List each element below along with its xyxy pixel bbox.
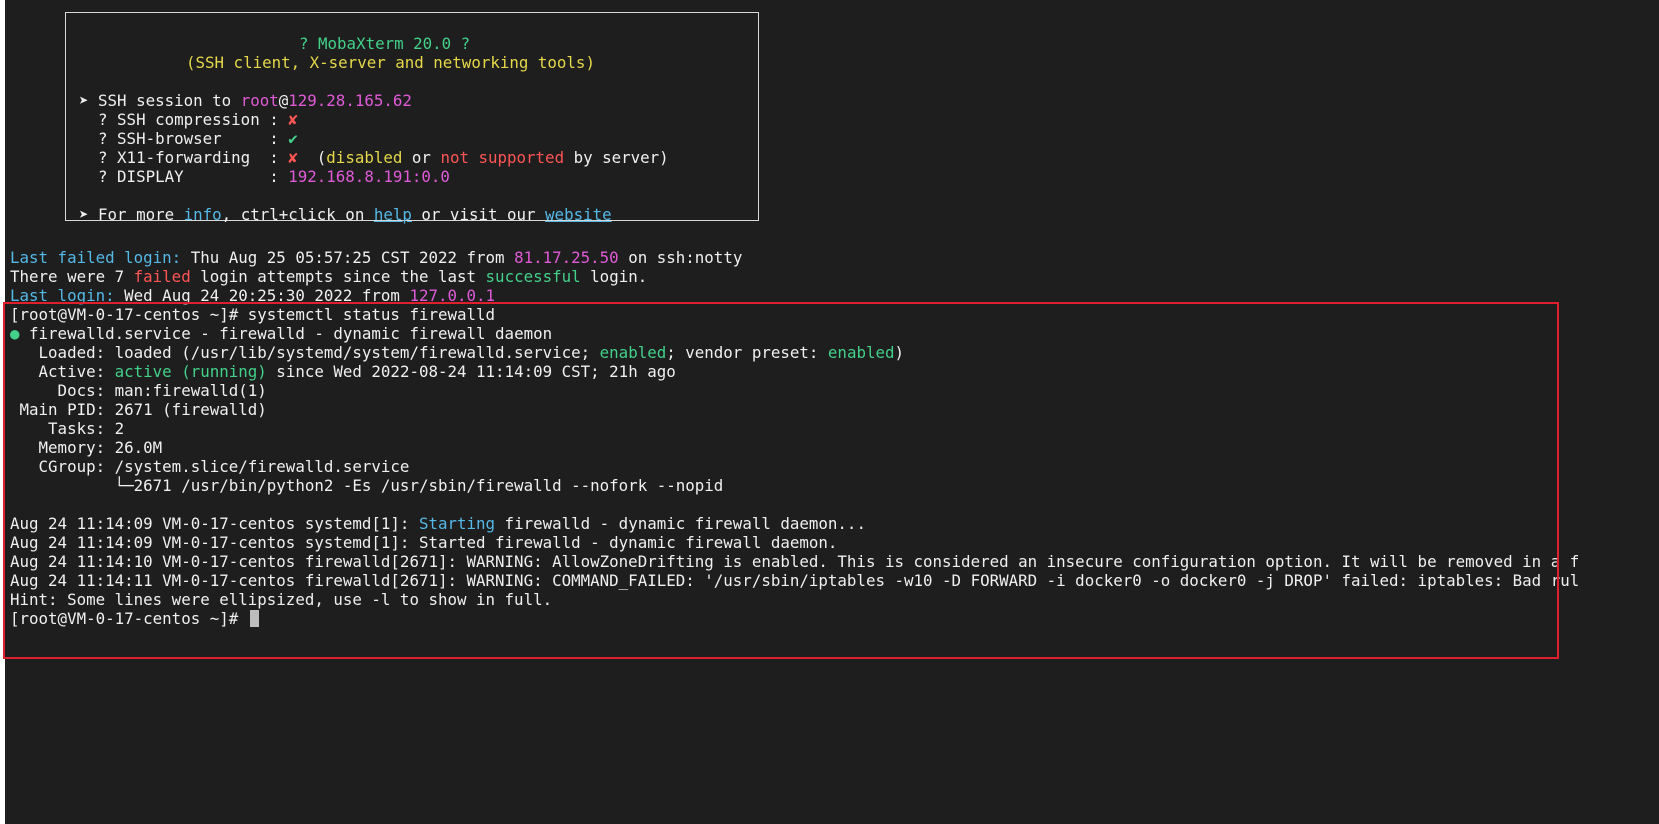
tasks-line: Tasks: 2 xyxy=(10,419,125,438)
log-line: Aug 24 11:14:09 VM-0-17-centos systemd[1… xyxy=(10,533,838,552)
log-line: Aug 24 11:14:09 VM-0-17-centos systemd[1… xyxy=(10,514,866,533)
last-login-text: Wed Aug 24 20:25:30 2022 from xyxy=(114,286,410,305)
x11-disabled: disabled xyxy=(326,148,403,167)
log1-starting: Starting xyxy=(418,514,496,533)
last-failed-text: Thu Aug 25 05:57:25 CST 2022 from xyxy=(181,248,515,267)
cursor xyxy=(249,610,259,627)
ssh-host: 129.28.165.62 xyxy=(288,91,412,110)
status-dot-icon: ● xyxy=(10,324,20,343)
last-failed-login-line: Last failed login: Thu Aug 25 05:57:25 C… xyxy=(10,248,742,267)
display-value: 192.168.8.191:0.0 xyxy=(288,167,450,186)
compression-label: ? SSH compression : xyxy=(79,110,289,129)
cgroup-line: CGroup: /system.slice/firewalld.service xyxy=(10,457,410,476)
log-line: Aug 24 11:14:10 VM-0-17-centos firewalld… xyxy=(10,552,1580,571)
last-login-label: Last login: xyxy=(10,286,115,305)
active-state: active (running) xyxy=(114,362,267,381)
loaded-line: Loaded: loaded (/usr/lib/systemd/system/… xyxy=(10,343,904,362)
memory-line: Memory: 26.0M xyxy=(10,438,163,457)
x11-label: ? X11-forwarding : xyxy=(79,148,289,167)
ssh-session-prefix: ➤ SSH session to xyxy=(79,91,241,110)
last-login-ip: 127.0.0.1 xyxy=(409,286,496,305)
x11-note-open: ( xyxy=(297,148,327,167)
banner-subtitle: (SSH client, X-server and networking too… xyxy=(186,53,595,72)
more-prefix: ➤ For more xyxy=(79,205,184,224)
terminal-window[interactable]: ? MobaXterm 20.0 ? (SSH client, X-server… xyxy=(5,0,1659,824)
last-failed-suffix: on ssh:notty xyxy=(618,248,743,267)
banner-title: ? MobaXterm 20.0 ? xyxy=(299,34,471,53)
banner-compression: ? SSH compression : ✘ xyxy=(79,110,298,129)
browser-label: ? SSH-browser : xyxy=(79,129,289,148)
x11-not-supported: not supported xyxy=(440,148,565,167)
attempts-successful: successful xyxy=(485,267,581,286)
cross-icon: ✘ xyxy=(288,110,298,129)
ssh-user: root xyxy=(240,91,279,110)
loaded-prefix: Loaded: loaded (/usr/lib/systemd/system/… xyxy=(10,343,600,362)
final-prompt-line[interactable]: [root@VM-0-17-centos ~]# xyxy=(10,609,259,628)
loaded-preset: enabled xyxy=(827,343,895,362)
service-line: ● firewalld.service - firewalld - dynami… xyxy=(10,324,552,343)
log-line: Aug 24 11:14:11 VM-0-17-centos firewalld… xyxy=(10,571,1580,590)
loaded-mid: ; vendor preset: xyxy=(666,343,828,362)
active-prefix: Active: xyxy=(10,362,115,381)
banner-display: ? DISPLAY : 192.168.8.191:0.0 xyxy=(79,167,450,186)
active-line: Active: active (running) since Wed 2022-… xyxy=(10,362,676,381)
help-link[interactable]: help xyxy=(374,205,412,224)
display-label: ? DISPLAY : xyxy=(79,167,289,186)
hint-line: Hint: Some lines were ellipsized, use -l… xyxy=(10,590,553,609)
final-prompt: [root@VM-0-17-centos ~]# xyxy=(10,609,248,628)
loaded-enabled: enabled xyxy=(599,343,667,362)
last-failed-label: Last failed login: xyxy=(10,248,182,267)
last-login-line: Last login: Wed Aug 24 20:25:30 2022 fro… xyxy=(10,286,495,305)
more-info: info xyxy=(183,205,222,224)
attempts-failed: failed xyxy=(133,267,191,286)
check-icon: ✔ xyxy=(288,129,298,148)
last-failed-ip: 81.17.25.50 xyxy=(514,248,619,267)
ssh-at: @ xyxy=(278,91,289,110)
active-suffix: since Wed 2022-08-24 11:14:09 CST; 21h a… xyxy=(266,362,676,381)
x11-or: or xyxy=(402,148,441,167)
log1-prefix: Aug 24 11:14:09 VM-0-17-centos systemd[1… xyxy=(10,514,419,533)
docs-line: Docs: man:firewalld(1) xyxy=(10,381,267,400)
banner-ssh-session: ➤ SSH session to root@129.28.165.62 xyxy=(79,91,412,110)
loaded-suffix: ) xyxy=(894,343,905,362)
banner-x11: ? X11-forwarding : ✘ (disabled or not su… xyxy=(79,148,669,167)
failed-attempts-line: There were 7 failed login attempts since… xyxy=(10,267,647,286)
main-pid-line: Main PID: 2671 (firewalld) xyxy=(10,400,267,419)
attempts-suffix: login. xyxy=(580,267,648,286)
cross-icon: ✘ xyxy=(288,148,298,167)
attempts-mid: login attempts since the last xyxy=(190,267,486,286)
mobaxterm-banner: ? MobaXterm 20.0 ? (SSH client, X-server… xyxy=(65,12,759,224)
prompt-command-line: [root@VM-0-17-centos ~]# systemctl statu… xyxy=(10,305,496,324)
more-or: or visit our xyxy=(411,205,546,224)
banner-more-info: ➤ For more info, ctrl+click on help or v… xyxy=(79,205,612,224)
cgroup-child-line: └─2671 /usr/bin/python2 -Es /usr/sbin/fi… xyxy=(10,476,724,495)
log1-suffix: firewalld - dynamic firewall daemon... xyxy=(495,514,866,533)
website-link[interactable]: website xyxy=(545,205,612,224)
attempts-prefix: There were 7 xyxy=(10,267,134,286)
more-mid: , ctrl+click on xyxy=(221,205,374,224)
service-name: firewalld.service - firewalld - dynamic … xyxy=(19,324,553,343)
banner-browser: ? SSH-browser : ✔ xyxy=(79,129,298,148)
x11-note-close: by server) xyxy=(564,148,669,167)
